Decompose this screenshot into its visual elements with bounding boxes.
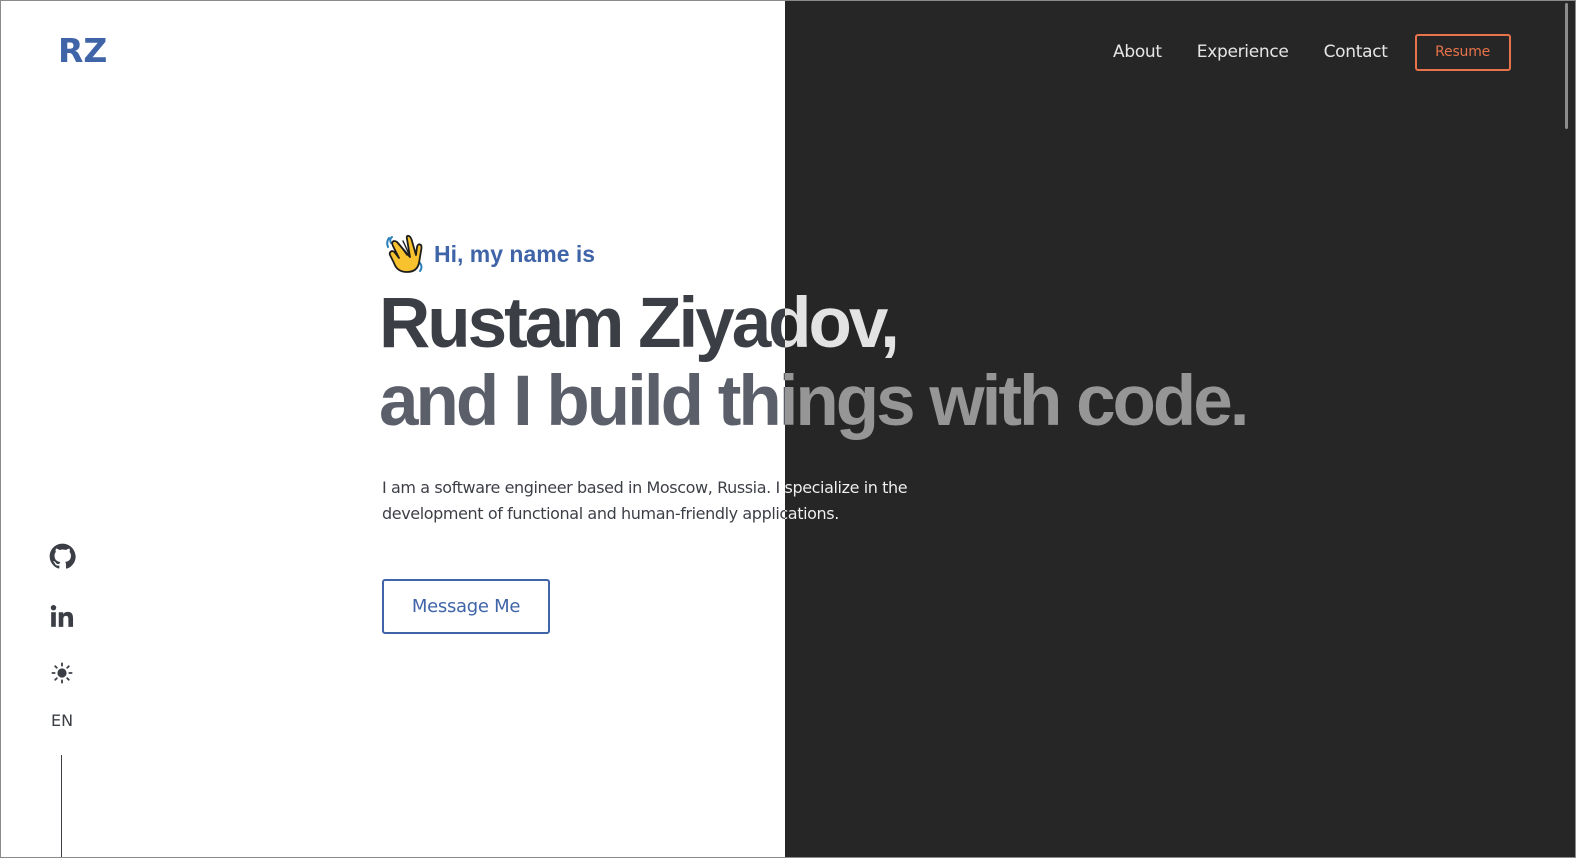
hero-headline: Rustam Ziyadov, and I build things with … xyxy=(379,285,1250,441)
greeting-text: Hi, my name is xyxy=(434,240,596,267)
github-icon xyxy=(49,543,76,569)
theme-toggle-sun-icon xyxy=(51,662,73,684)
top-navigation: About Experience Contact Resume xyxy=(1105,32,1511,72)
nav-link-experience[interactable]: Experience xyxy=(1197,42,1289,62)
sidebar-divider-line xyxy=(61,755,62,857)
resume-button[interactable]: Resume xyxy=(1414,33,1511,71)
portfolio-page: RZ About Experience Contact Resume Hi, m… xyxy=(0,0,1576,858)
hero-intro: I am a software engineer based in Moscow… xyxy=(382,475,942,527)
linkedin-link[interactable] xyxy=(41,603,83,629)
waving-hand-icon xyxy=(386,234,423,273)
nav-link-about[interactable]: About xyxy=(1113,42,1162,62)
nav-link-contact[interactable]: Contact xyxy=(1324,42,1388,62)
hero-tagline: and I build things with code. xyxy=(379,362,1250,441)
linkedin-icon xyxy=(50,604,74,627)
hero-name: Rustam Ziyadov, xyxy=(379,285,1247,363)
hero-greeting: Hi, my name is xyxy=(385,233,595,275)
vertical-scrollbar[interactable] xyxy=(1565,3,1568,129)
language-switcher[interactable]: EN xyxy=(41,711,83,730)
github-link[interactable] xyxy=(41,543,83,570)
message-me-button[interactable]: Message Me xyxy=(382,579,550,634)
site-logo[interactable]: RZ xyxy=(58,31,107,70)
theme-toggle[interactable] xyxy=(41,662,83,684)
